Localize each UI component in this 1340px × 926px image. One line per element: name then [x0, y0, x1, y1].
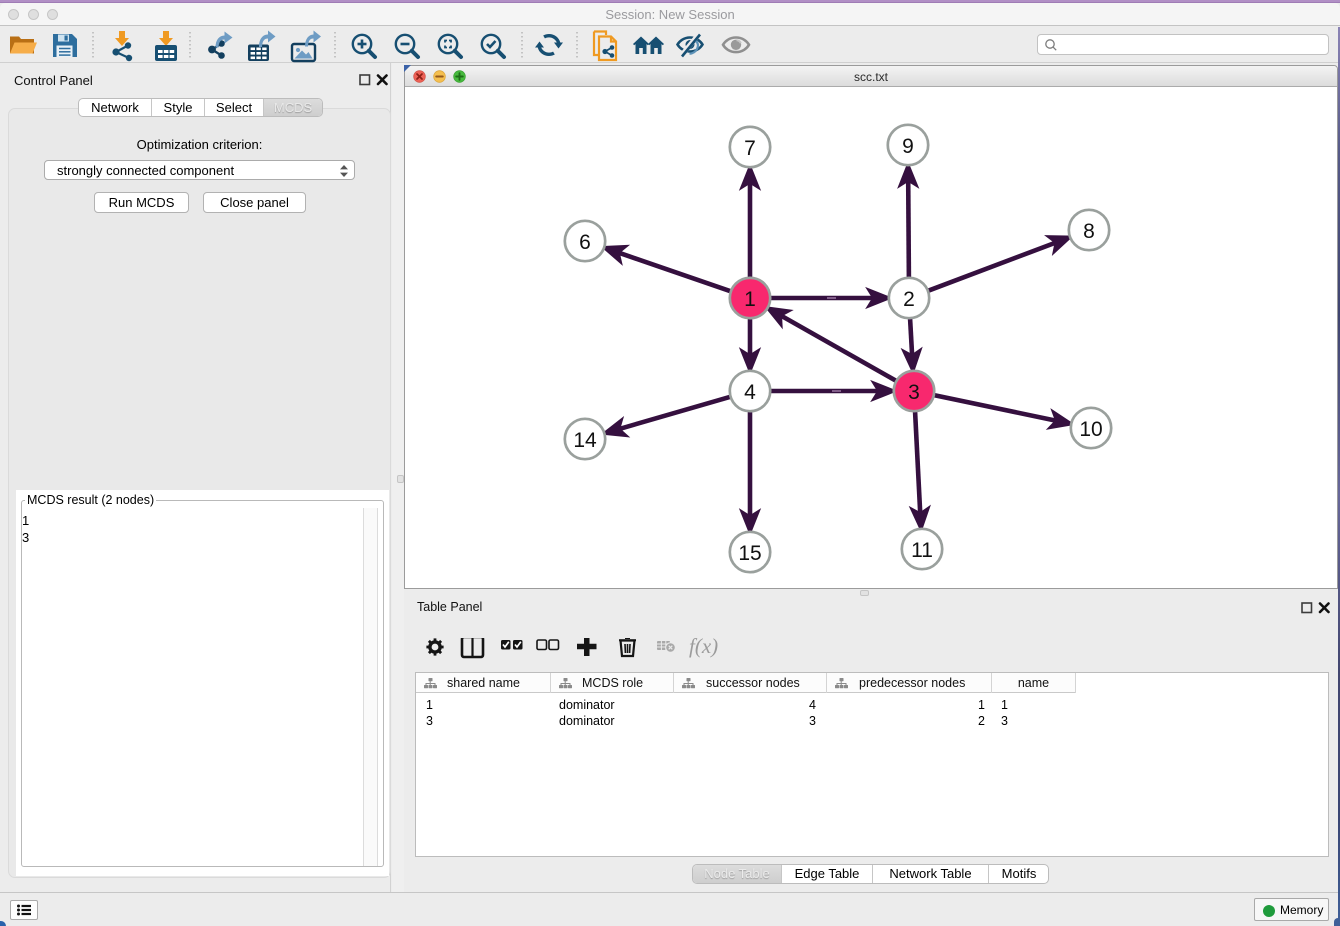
svg-text:8: 8	[1083, 220, 1095, 243]
svg-text:6: 6	[579, 231, 591, 254]
svg-text:10: 10	[1079, 418, 1102, 441]
svg-text:2: 2	[903, 288, 915, 311]
svg-text:7: 7	[744, 137, 756, 160]
svg-text:3: 3	[908, 381, 920, 404]
svg-text:15: 15	[738, 542, 761, 565]
svg-text:9: 9	[902, 135, 914, 158]
svg-text:1: 1	[744, 288, 756, 311]
svg-text:4: 4	[744, 381, 756, 404]
svg-text:14: 14	[573, 429, 597, 452]
svg-text:f(x): f(x)	[689, 638, 718, 658]
svg-text:11: 11	[911, 539, 933, 562]
